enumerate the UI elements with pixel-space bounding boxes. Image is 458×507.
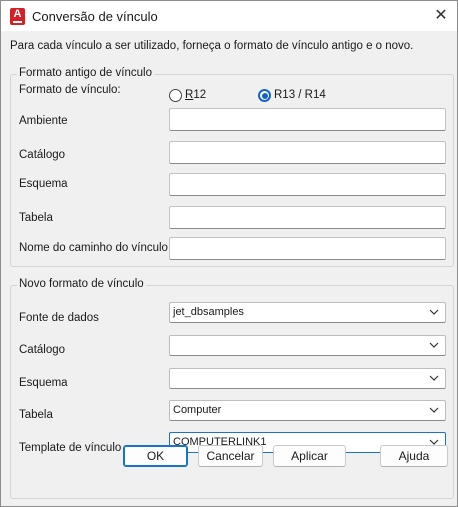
tabela-old-input[interactable] xyxy=(169,206,446,229)
field-label-link-template: Template de vínculo xyxy=(19,442,122,454)
field-label-link-path: Nome do caminho do vínculo xyxy=(19,242,168,254)
data-source-value: jet_dbsamples xyxy=(173,306,244,318)
link-format-label: Formato de vínculo: xyxy=(19,84,121,96)
esquema-new-dropdown[interactable] xyxy=(169,368,446,389)
link-path-input[interactable] xyxy=(169,237,446,260)
field-label-tabela-new: Tabela xyxy=(19,409,53,421)
radio-r12-label[interactable]: R12 xyxy=(185,89,206,101)
app-icon-letter: A xyxy=(13,8,22,20)
catalogo-old-input[interactable] xyxy=(169,141,446,164)
field-label-tabela-old: Tabela xyxy=(19,212,53,224)
ok-button[interactable]: OK xyxy=(123,445,188,467)
field-label-esquema-new: Esquema xyxy=(19,377,68,389)
radio-r13-r14-label[interactable]: R13 / R14 xyxy=(274,89,326,101)
tabela-new-dropdown[interactable]: Computer xyxy=(169,400,446,421)
radio-r12[interactable] xyxy=(169,89,182,102)
ambiente-input[interactable] xyxy=(169,108,446,131)
field-label-data-source: Fonte de dados xyxy=(19,312,99,324)
chevron-down-icon xyxy=(429,375,439,381)
radio-r13-r14[interactable] xyxy=(258,89,271,102)
dialog-content: Para cada vínculo a ser utilizado, forne… xyxy=(1,31,457,506)
new-link-format-group-title: Novo formato de vínculo xyxy=(17,278,146,290)
old-link-format-group-title: Formato antigo de vínculo xyxy=(17,67,154,79)
close-icon[interactable]: ✕ xyxy=(425,1,457,31)
tabela-new-value: Computer xyxy=(173,404,222,416)
chevron-down-icon xyxy=(429,342,439,348)
field-label-catalogo-old: Catálogo xyxy=(19,149,66,161)
field-label-esquema-old: Esquema xyxy=(19,178,68,190)
autocad-app-icon: A xyxy=(10,8,25,25)
esquema-old-input[interactable] xyxy=(169,173,446,196)
help-button[interactable]: Ajuda xyxy=(380,445,448,467)
window-title: Conversão de vínculo xyxy=(32,9,158,24)
chevron-down-icon xyxy=(429,407,439,413)
title-bar: A Conversão de vínculo ✕ xyxy=(1,1,457,31)
dialog-window: A Conversão de vínculo ✕ Para cada víncu… xyxy=(0,0,458,507)
instruction-text: Para cada vínculo a ser utilizado, forne… xyxy=(10,40,414,52)
field-label-catalogo-new: Catálogo xyxy=(19,344,66,356)
catalogo-new-dropdown[interactable] xyxy=(169,335,446,356)
data-source-dropdown[interactable]: jet_dbsamples xyxy=(169,302,446,323)
chevron-down-icon xyxy=(429,309,439,315)
field-label-ambiente: Ambiente xyxy=(19,115,68,127)
apply-button[interactable]: Aplicar xyxy=(273,445,346,467)
cancel-button[interactable]: Cancelar xyxy=(198,445,263,467)
